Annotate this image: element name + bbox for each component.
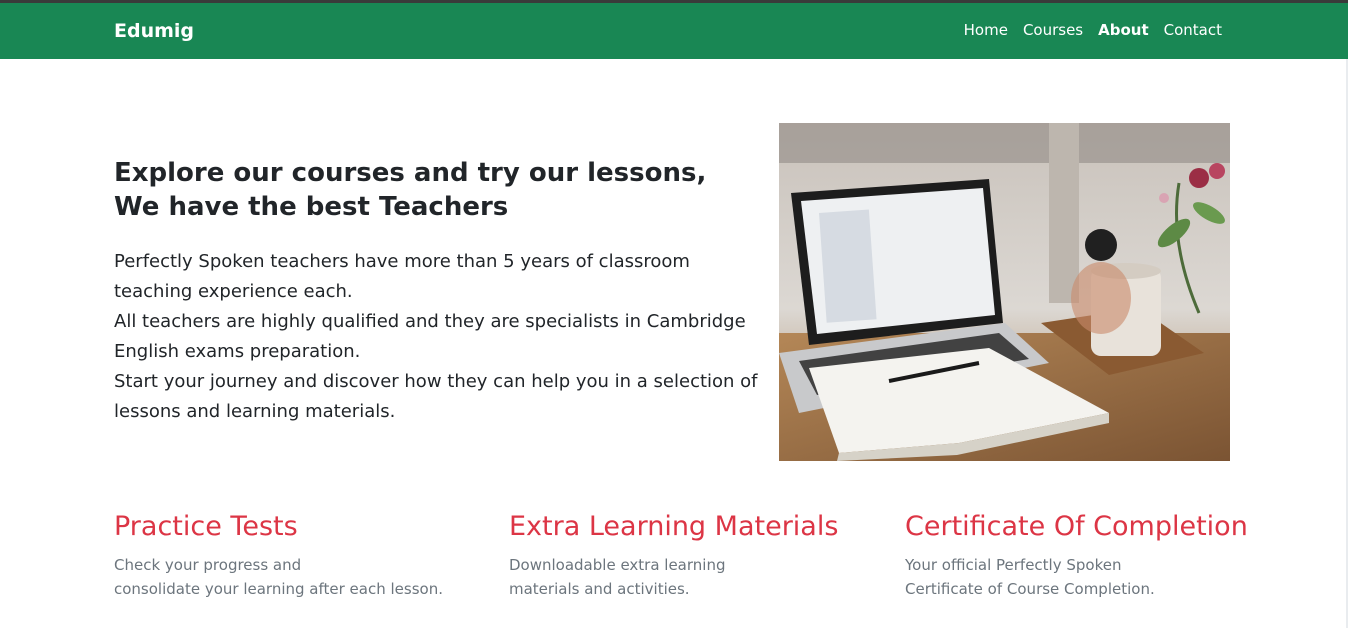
nav-contact[interactable]: Contact (1164, 21, 1222, 39)
hero-title: Explore our courses and try our lessons,… (114, 156, 754, 224)
feature-description: Downloadable extra learning materials an… (509, 553, 869, 601)
hero-paragraph: Perfectly Spoken teachers have more than… (114, 251, 690, 302)
feature-extra-materials: Extra Learning Materials Downloadable ex… (509, 509, 869, 601)
feature-practice-tests: Practice Tests Check your progress and c… (114, 509, 474, 601)
nav-courses[interactable]: Courses (1023, 21, 1083, 39)
nav-links: Home Courses About Contact (949, 21, 1222, 39)
hero-image (779, 123, 1230, 461)
feature-description-line: Your official Perfectly Spoken (905, 556, 1122, 574)
feature-description: Your official Perfectly Spoken Certifica… (905, 553, 1265, 601)
hero-paragraph: All teachers are highly qualified and th… (114, 311, 746, 362)
feature-description-line: Check your progress and (114, 556, 302, 574)
feature-certificate: Certificate Of Completion Your official … (905, 509, 1265, 601)
laptop-notebook-desk-photo (779, 123, 1230, 461)
feature-description-line: Certificate of Course Completion. (905, 580, 1155, 598)
feature-title: Practice Tests (114, 511, 298, 542)
hero-paragraph: Start your journey and discover how they… (114, 371, 758, 422)
feature-title: Certificate Of Completion (905, 511, 1248, 542)
navbar: Edumig Home Courses About Contact (0, 3, 1348, 59)
feature-description-line: Downloadable extra learning (509, 556, 726, 574)
hero-title-line2: We have the best Teachers (114, 192, 509, 222)
nav-about[interactable]: About (1098, 21, 1149, 39)
feature-description-line: materials and activities. (509, 580, 690, 598)
feature-description: Check your progress and consolidate your… (114, 553, 474, 601)
hero-description: Perfectly Spoken teachers have more than… (114, 247, 764, 427)
nav-home[interactable]: Home (964, 21, 1008, 39)
feature-description-line: consolidate your learning after each les… (114, 580, 443, 598)
hero-title-line1: Explore our courses and try our lessons, (114, 158, 707, 188)
feature-title: Extra Learning Materials (509, 511, 839, 542)
brand-logo[interactable]: Edumig (114, 20, 194, 42)
